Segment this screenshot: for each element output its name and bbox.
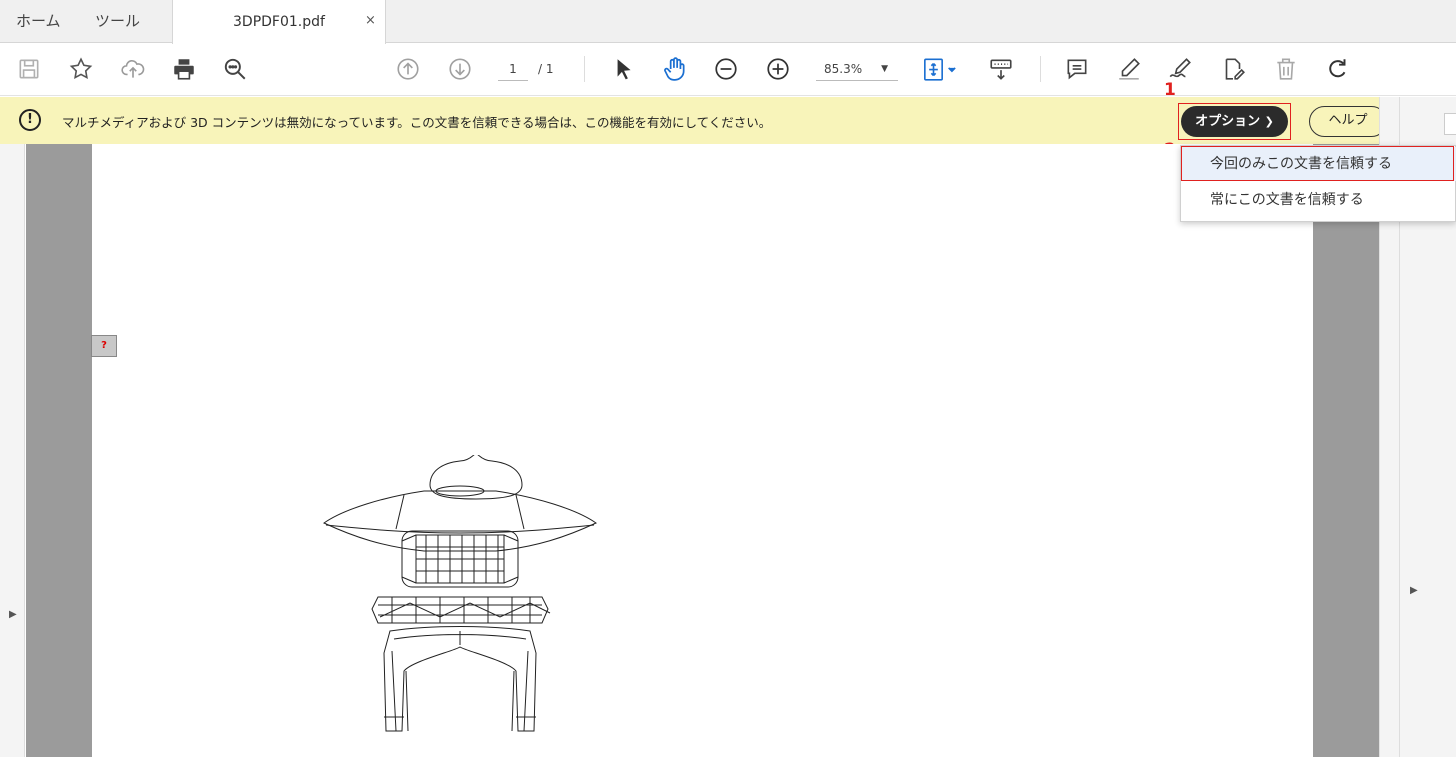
page-up-icon[interactable] bbox=[393, 54, 423, 84]
edit-icon[interactable] bbox=[1218, 54, 1248, 84]
select-arrow-icon[interactable] bbox=[608, 54, 638, 84]
trust-always-menu-item[interactable]: 常にこの文書を信頼する bbox=[1182, 183, 1456, 217]
step1-number: 1 bbox=[1164, 80, 1176, 100]
stone-lantern-3d-model bbox=[323, 455, 597, 732]
bookmark-star-icon[interactable] bbox=[66, 54, 96, 84]
3d-content-placeholder-icon[interactable]: ? bbox=[91, 335, 117, 357]
options-button[interactable]: オプション ❯ bbox=[1181, 106, 1288, 137]
toolbar-divider bbox=[1040, 56, 1041, 82]
help-button[interactable]: ヘルプ bbox=[1309, 106, 1387, 137]
zoom-out-icon[interactable] bbox=[711, 54, 741, 84]
highlight-icon[interactable] bbox=[1114, 54, 1144, 84]
expand-left-panel-icon[interactable]: ▶ bbox=[9, 609, 17, 620]
warning-icon: ! bbox=[19, 109, 41, 131]
page-total: / 1 bbox=[538, 62, 554, 76]
pdf-page bbox=[92, 144, 1313, 757]
print-icon[interactable] bbox=[169, 54, 199, 84]
tab-bar: ホーム ツール 3DPDF01.pdf × bbox=[0, 0, 1456, 44]
zoom-select[interactable]: 85.3% ▼ bbox=[816, 57, 898, 81]
comment-icon[interactable] bbox=[1062, 54, 1092, 84]
save-icon[interactable] bbox=[14, 54, 44, 84]
chevron-down-icon: ❯ bbox=[1264, 115, 1274, 128]
expand-right-panel-icon[interactable]: ▶ bbox=[1410, 585, 1418, 596]
hand-icon[interactable] bbox=[660, 54, 690, 84]
close-tab-icon[interactable]: × bbox=[365, 13, 376, 28]
toolbar-divider bbox=[584, 56, 585, 82]
document-gutter-left bbox=[26, 144, 92, 757]
tab-document-label: 3DPDF01.pdf bbox=[233, 14, 325, 30]
zoom-value: 85.3% bbox=[824, 62, 863, 76]
fit-page-icon[interactable] bbox=[918, 54, 962, 84]
page-number-input[interactable]: 1 bbox=[498, 57, 528, 81]
page-down-icon[interactable] bbox=[445, 54, 475, 84]
tab-tools[interactable]: ツール bbox=[95, 0, 140, 43]
find-zoom-icon[interactable] bbox=[220, 54, 250, 84]
notice-message: マルチメディアおよび 3D コンテンツは無効になっています。この文書を信頼できる… bbox=[62, 115, 772, 130]
scroll-mode-icon[interactable] bbox=[986, 54, 1016, 84]
left-panel: ▶ bbox=[0, 144, 25, 757]
tab-document[interactable]: 3DPDF01.pdf × bbox=[172, 0, 386, 44]
tab-home[interactable]: ホーム bbox=[16, 0, 61, 43]
upload-cloud-icon[interactable] bbox=[118, 54, 148, 84]
toolbar: 1 / 1 85.3% ▼ bbox=[0, 44, 1456, 96]
step2-highlight-box bbox=[1181, 146, 1454, 181]
rotate-icon[interactable] bbox=[1323, 54, 1353, 84]
zoom-in-icon[interactable] bbox=[763, 54, 793, 84]
right-panel-tab[interactable] bbox=[1444, 113, 1456, 135]
document-gutter-right bbox=[1313, 144, 1379, 757]
chevron-down-icon: ▼ bbox=[881, 64, 888, 74]
delete-icon[interactable] bbox=[1271, 54, 1301, 84]
options-label: オプション bbox=[1195, 114, 1261, 129]
